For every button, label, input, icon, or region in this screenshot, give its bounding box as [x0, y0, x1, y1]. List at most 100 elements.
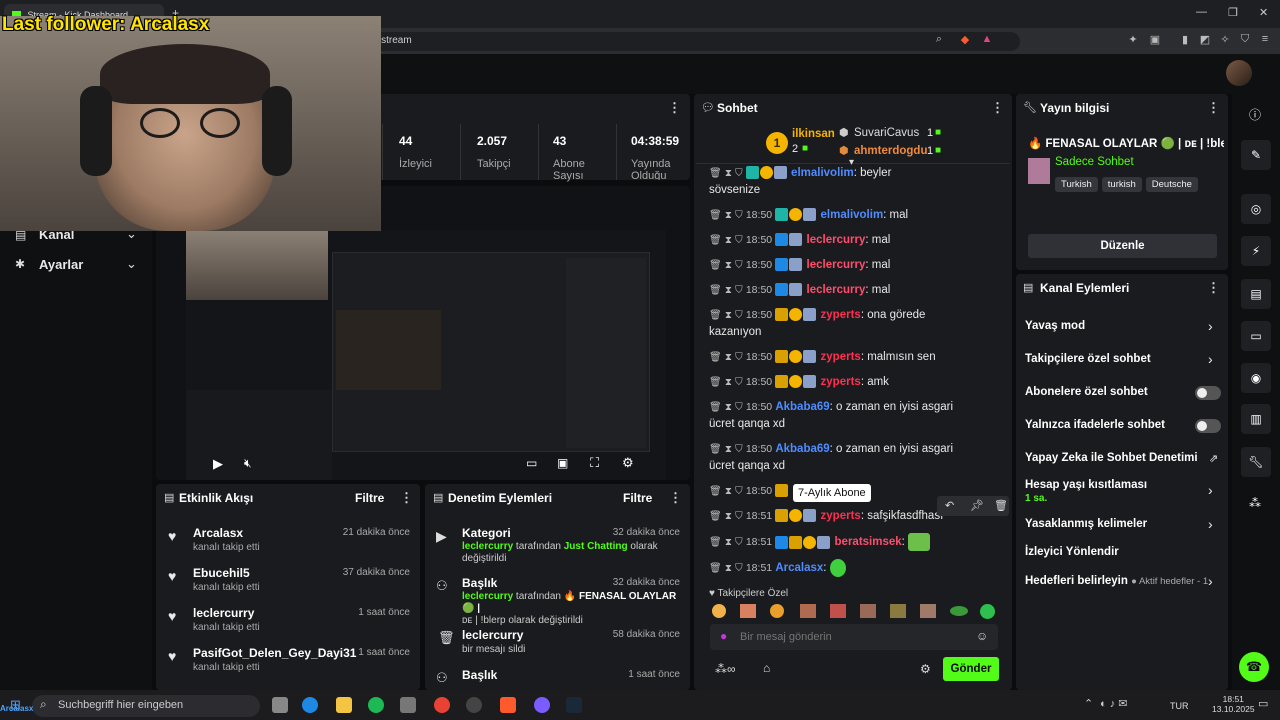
activity-menu-icon[interactable]: ⋮ [400, 490, 413, 506]
moderation-filter-button[interactable]: Filtre [623, 491, 652, 505]
timeout-icon[interactable]: ⧗ [725, 260, 732, 271]
chat-input-box[interactable]: ● ☺ [710, 624, 998, 650]
microphone-icon[interactable]: ● [720, 629, 727, 643]
ban-icon[interactable]: ⛉ [735, 563, 743, 574]
info-icon[interactable]: ⓘ [1249, 106, 1261, 123]
user-badge[interactable] [789, 350, 803, 364]
chat-message[interactable]: 🗑︎ ⧗ ⛉ 18:50 Akbaba69: o zaman en iyisi … [709, 399, 1007, 433]
account-age-row[interactable]: Hesap yaşı kısıtlaması [1025, 479, 1147, 491]
chat-message[interactable]: 🗑︎ ⧗ ⛉ 18:50 Akbaba69: o zaman en iyisi … [709, 441, 1007, 475]
timeout-icon[interactable]: ⧗ [725, 285, 732, 296]
delete-icon[interactable]: 🗑︎ [709, 402, 722, 413]
moderation-menu-icon[interactable]: ⋮ [669, 490, 682, 506]
delete-icon[interactable]: 🗑︎ [709, 444, 722, 455]
chat-username[interactable]: zyperts [821, 309, 861, 321]
tag[interactable]: Turkish [1055, 177, 1098, 192]
chat-message[interactable]: 🗑︎ ⧗ ⛉ 18:50 leclercurry: mal [709, 232, 1007, 249]
chat-username[interactable]: Arcalasx [775, 562, 823, 574]
ban-icon[interactable]: ⛉ [735, 537, 743, 548]
sidebar-icon[interactable]: ▮ [1178, 33, 1192, 47]
ai-moderation-row[interactable]: Yapay Zeka ile Sohbet Denetimi [1025, 452, 1198, 464]
delete-icon[interactable]: 🗑︎ [709, 235, 722, 246]
delete-icon[interactable]: 🗑︎ [709, 563, 722, 574]
emote[interactable] [800, 604, 816, 618]
chevron-right-icon[interactable]: › [1208, 573, 1213, 589]
clip-icon[interactable]: ▭ [526, 456, 537, 470]
chat-settings-icon[interactable]: ⚙ [920, 662, 931, 676]
timeout-icon[interactable]: ⧗ [725, 537, 732, 548]
set-goals-row[interactable]: Hedefleri belirleyin ● Aktif hedefler - … [1025, 575, 1208, 587]
user-badge[interactable] [789, 233, 803, 247]
vpn-icon[interactable]: ⛉ [1238, 33, 1252, 47]
steam-icon[interactable] [566, 697, 582, 713]
pin-icon[interactable]: 📌︎ [970, 499, 984, 512]
theater-icon[interactable]: ▣ [557, 456, 568, 470]
chevron-right-icon[interactable]: › [1208, 318, 1213, 334]
delete-icon[interactable]: 🗑︎ [709, 486, 722, 497]
delete-icon[interactable]: 🗑︎ [709, 260, 722, 271]
ban-icon[interactable]: ⛉ [735, 235, 743, 246]
timeout-icon[interactable]: ⧗ [725, 235, 732, 246]
obs-icon[interactable] [466, 697, 482, 713]
user-badge[interactable] [803, 308, 817, 322]
timeout-icon[interactable]: ⧗ [725, 310, 732, 321]
kicks-icon[interactable]: ⁂∞ [715, 662, 736, 676]
emote[interactable] [740, 604, 756, 618]
activity-filter-button[interactable]: Filtre [355, 491, 384, 505]
mute-icon[interactable]: 🔇︎ [244, 456, 252, 471]
chat-username[interactable]: beratsimsek [835, 536, 902, 548]
discord-icon[interactable] [534, 697, 550, 713]
brave-icon[interactable] [500, 697, 516, 713]
user-badge[interactable] [775, 375, 789, 389]
chevron-right-icon[interactable]: › [1208, 482, 1213, 498]
ban-icon[interactable]: ⛉ [735, 511, 743, 522]
user-badge[interactable] [773, 166, 787, 180]
zoom-icon[interactable]: ⌕ [932, 33, 946, 47]
timeout-icon[interactable]: ⧗ [725, 402, 732, 413]
store-icon[interactable]: ⌂ [763, 661, 770, 675]
chrome-icon[interactable] [434, 697, 450, 713]
brave-shield-icon[interactable]: ◆ [958, 33, 972, 47]
chat-message[interactable]: 🗑︎ ⧗ ⛉ 18:50 zyperts: malmısın sen [709, 349, 1007, 366]
delete-icon[interactable]: 🗑︎ [994, 499, 1008, 512]
chat-username[interactable]: leclercurry [807, 259, 866, 271]
ban-icon[interactable]: ⛉ [735, 377, 743, 388]
edge-icon[interactable] [302, 697, 318, 713]
activity-user[interactable]: leclercurry [193, 606, 254, 620]
timeout-icon[interactable]: ⧗ [725, 563, 732, 574]
screenshot-icon[interactable]: ▣ [1148, 33, 1162, 47]
user-badge[interactable] [775, 258, 789, 272]
timeout-icon[interactable]: ⧗ [725, 377, 732, 388]
emote[interactable] [908, 533, 931, 551]
user-badge[interactable] [759, 166, 773, 180]
emoji-icon[interactable]: ☺ [976, 629, 988, 643]
play-icon[interactable]: ▶ [213, 456, 223, 472]
emote[interactable] [830, 604, 846, 618]
top-gifter-name[interactable]: ilkinsan [792, 128, 835, 140]
chat-username[interactable]: elmalivolim [821, 209, 884, 221]
chat-input[interactable] [740, 627, 960, 647]
calculator-icon[interactable] [400, 697, 416, 713]
layout-icon[interactable]: ▥ [1241, 404, 1271, 434]
notes-icon[interactable]: ▤ [1241, 279, 1271, 309]
user-badge[interactable] [789, 283, 803, 297]
delete-icon[interactable]: 🗑︎ [709, 285, 722, 296]
ban-icon[interactable]: ⛉ [735, 260, 743, 271]
task-view-icon[interactable] [272, 697, 288, 713]
emote[interactable] [890, 604, 906, 618]
slow-mode-row[interactable]: Yavaş mod [1025, 320, 1085, 332]
nav-item-ayarlar[interactable]: Ayarlar [39, 257, 83, 272]
tools-icon[interactable]: 🔧︎ [1241, 447, 1271, 477]
tag[interactable]: turkish [1101, 177, 1142, 192]
banned-words-row[interactable]: Yasaklanmış kelimeler [1025, 518, 1147, 530]
second-gifter-name[interactable]: SuvariCavus [854, 127, 919, 139]
user-badge[interactable] [803, 535, 817, 549]
user-badge[interactable] [789, 375, 803, 389]
activity-user[interactable]: PasifGot_Delen_Gey_Dayi31 [193, 646, 356, 660]
third-gifter-name[interactable]: ahmterdogdu [854, 145, 927, 157]
chevron-right-icon[interactable]: › [1208, 351, 1213, 367]
ban-icon[interactable]: ⛉ [735, 352, 743, 363]
chat-username[interactable]: zyperts [821, 510, 861, 522]
delete-icon[interactable]: 🗑︎ [709, 310, 722, 321]
emote[interactable] [829, 559, 846, 577]
